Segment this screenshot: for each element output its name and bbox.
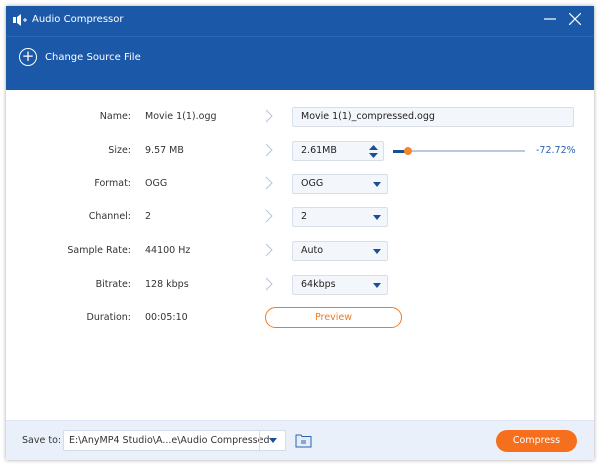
size-source: 9.57 MB [145,145,184,156]
close-icon [568,12,582,26]
channel-source: 2 [145,211,152,222]
change-source-label: Change Source File [45,51,141,63]
sample-rate-value: Auto [301,245,324,256]
preview-button[interactable]: Preview [265,307,402,328]
row-sample-rate: Sample Rate: 44100 Hz Auto [6,241,594,261]
caret-down-icon [373,249,381,254]
change-source-file-button[interactable]: + Change Source File [19,47,141,67]
channel-dropdown[interactable]: 2 [292,207,388,227]
save-path-dropdown[interactable]: E:\AnyMP4 Studio\A...e\Audio Compressed [63,430,286,451]
name-label: Name: [99,111,131,122]
sample-rate-label: Sample Rate: [67,245,131,256]
close-button[interactable] [565,11,585,31]
format-dropdown[interactable]: OGG [292,174,388,194]
row-format: Format: OGG OGG [6,174,594,194]
slider-handle[interactable] [403,147,412,155]
folder-icon[interactable] [295,433,312,448]
title-bar: Audio Compressor [6,6,594,37]
sample-rate-dropdown[interactable]: Auto [292,241,388,261]
minimize-button[interactable] [540,11,560,31]
size-stepper[interactable]: 2.61MB [292,141,384,161]
output-name-input[interactable]: Movie 1(1)_compressed.ogg [292,107,574,127]
audio-compressor-window: Audio Compressor + Change Source File Na… [6,6,594,460]
stepper-arrows-icon[interactable] [369,145,378,158]
row-size: Size: 9.57 MB 2.61MB -72.72% [6,141,594,161]
caret-down-icon [373,182,381,187]
channel-value: 2 [301,211,308,222]
caret-down-icon [269,438,277,443]
duration-label: Duration: [86,312,131,323]
chevron-right-icon [265,243,273,257]
plus-circle-icon: + [19,48,37,66]
size-percent: -72.72% [536,145,576,156]
compress-button[interactable]: Compress [496,430,577,452]
window-title: Audio Compressor [32,14,124,25]
channel-label: Channel: [88,211,131,222]
row-name: Name: Movie 1(1).ogg Movie 1(1)_compress… [6,107,594,127]
minimize-icon [544,18,556,20]
header: + Change Source File [6,37,594,90]
chevron-right-icon [265,143,273,157]
caret-down-icon [373,215,381,220]
row-bitrate: Bitrate: 128 kbps 64kbps [6,275,594,295]
bitrate-label: Bitrate: [95,279,131,290]
chevron-right-icon [265,277,273,291]
chevron-right-icon [265,176,273,190]
duration-source: 00:05:10 [145,312,188,323]
size-label: Size: [108,145,131,156]
bitrate-source: 128 kbps [145,279,189,290]
save-path-value: E:\AnyMP4 Studio\A...e\Audio Compressed [69,435,270,446]
save-to-label: Save to: [22,435,62,446]
size-value: 2.61MB [301,145,337,156]
name-source: Movie 1(1).ogg [145,111,217,122]
chevron-right-icon [265,209,273,223]
bitrate-dropdown[interactable]: 64kbps [292,275,388,295]
chevron-right-icon [265,109,273,123]
bitrate-value: 64kbps [301,279,336,290]
row-channel: Channel: 2 2 [6,207,594,227]
format-value: OGG [301,178,324,189]
caret-down-icon [373,283,381,288]
size-slider[interactable] [393,147,525,155]
format-source: OGG [145,178,168,189]
sample-rate-source: 44100 Hz [145,245,191,256]
format-label: Format: [94,178,131,189]
footer: Save to: E:\AnyMP4 Studio\A...e\Audio Co… [6,420,594,460]
audio-icon [13,14,27,26]
